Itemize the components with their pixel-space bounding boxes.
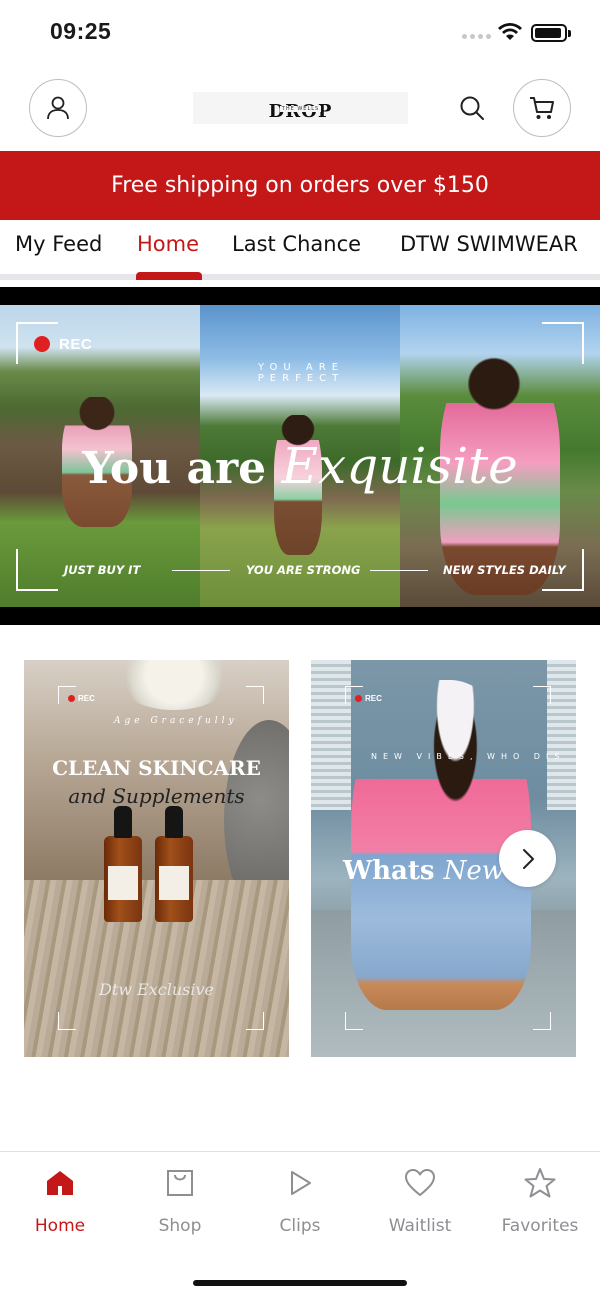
nav-label: Clips — [279, 1216, 321, 1236]
shopping-bag-icon — [163, 1166, 197, 1200]
rec-label: REC — [355, 694, 382, 703]
frame-corner — [542, 322, 584, 364]
home-indicator — [193, 1280, 407, 1286]
frame-corner — [246, 1012, 264, 1030]
account-button[interactable] — [29, 79, 87, 137]
window-shutter-image — [311, 660, 351, 810]
frame-corner — [58, 1012, 76, 1030]
rec-label: REC — [68, 694, 95, 703]
wifi-icon — [497, 22, 523, 47]
hero-title: You are Exquisite — [0, 437, 600, 495]
promo-text: Free shipping on orders over $150 — [111, 173, 489, 198]
card-subtitle: and Supplements — [68, 784, 245, 808]
card-arc-text: NEW VIBES, WHO DIS — [371, 752, 566, 761]
hero-caption-2: YOU ARE STRONG — [246, 563, 361, 577]
nav-label: Waitlist — [388, 1216, 452, 1236]
tab-last-chance[interactable]: Last Chance — [232, 232, 361, 256]
carousel-next-button[interactable] — [499, 830, 556, 887]
nav-favorites[interactable]: Favorites — [480, 1166, 600, 1236]
bottom-navigation: Home Shop Clips Waitlist Favorites — [0, 1151, 600, 1299]
status-bar: 09:25 — [0, 0, 600, 66]
hero-caption-3: NEW STYLES DAILY — [443, 563, 566, 577]
serum-bottle-image — [104, 806, 142, 922]
home-icon — [43, 1166, 77, 1200]
user-icon — [47, 96, 69, 120]
nav-label: Home — [34, 1216, 86, 1236]
nav-shop[interactable]: Shop — [120, 1166, 240, 1236]
frame-corner — [533, 1012, 551, 1030]
tab-my-feed[interactable]: My Feed — [15, 232, 102, 256]
signal-icon — [462, 34, 491, 39]
frame-corner — [533, 686, 551, 704]
card-signature: Dtw Exclusive — [99, 980, 214, 999]
search-button[interactable] — [454, 90, 490, 126]
hero-title-part1: You are — [82, 443, 267, 494]
status-time: 09:25 — [50, 18, 112, 44]
rec-dot-icon — [34, 336, 50, 352]
skincare-promo-card[interactable]: REC Age Gracefully CLEAN SKINCARE and Su… — [24, 660, 289, 1057]
battery-icon — [531, 24, 571, 42]
hero-caption-1: JUST BUY IT — [64, 563, 141, 577]
hero-divider — [172, 570, 230, 571]
cart-button[interactable] — [513, 79, 571, 137]
tab-home[interactable]: Home — [137, 232, 199, 256]
play-icon — [283, 1166, 317, 1200]
frame-corner — [16, 549, 58, 591]
hero-arc-text: YOU ARE PERFECT — [257, 362, 345, 384]
category-tabs: My Feed Home Last Chance DTW SWIMWEAR — [0, 220, 600, 280]
tab-dtw-swimwear[interactable]: DTW SWIMWEAR — [400, 232, 578, 256]
chevron-right-icon — [522, 848, 534, 869]
serum-bottle-image — [155, 806, 193, 922]
flower-image — [114, 660, 234, 710]
heart-icon — [403, 1166, 437, 1200]
cart-icon — [530, 97, 554, 119]
hero-banner[interactable]: REC YOU ARE PERFECT You are Exquisite JU… — [0, 287, 600, 625]
active-tab-indicator — [136, 272, 202, 280]
frame-corner — [246, 686, 264, 704]
free-shipping-banner[interactable]: Free shipping on orders over $150 — [0, 151, 600, 220]
hero-title-part2: Exquisite — [281, 437, 518, 495]
search-icon — [460, 96, 484, 120]
logo-sub-text: THE WELLS — [279, 106, 322, 112]
hero-divider — [370, 570, 428, 571]
card-title-part1: Whats — [342, 856, 435, 886]
nav-home[interactable]: Home — [0, 1166, 120, 1236]
star-icon — [523, 1166, 557, 1200]
card-arc-text: Age Gracefully — [114, 716, 238, 726]
app-header: DROP THE WELLS — [0, 66, 600, 150]
nav-label: Favorites — [501, 1216, 579, 1236]
card-title-part2: New — [443, 856, 505, 886]
brand-logo[interactable]: DROP THE WELLS — [193, 92, 408, 124]
card-title: CLEAN SKINCARE — [52, 756, 261, 780]
window-shutter-image — [547, 660, 576, 810]
rec-label: REC — [59, 336, 93, 353]
nav-clips[interactable]: Clips — [240, 1166, 360, 1236]
nav-label: Shop — [158, 1216, 202, 1236]
frame-corner — [345, 1012, 363, 1030]
nav-waitlist[interactable]: Waitlist — [360, 1166, 480, 1236]
